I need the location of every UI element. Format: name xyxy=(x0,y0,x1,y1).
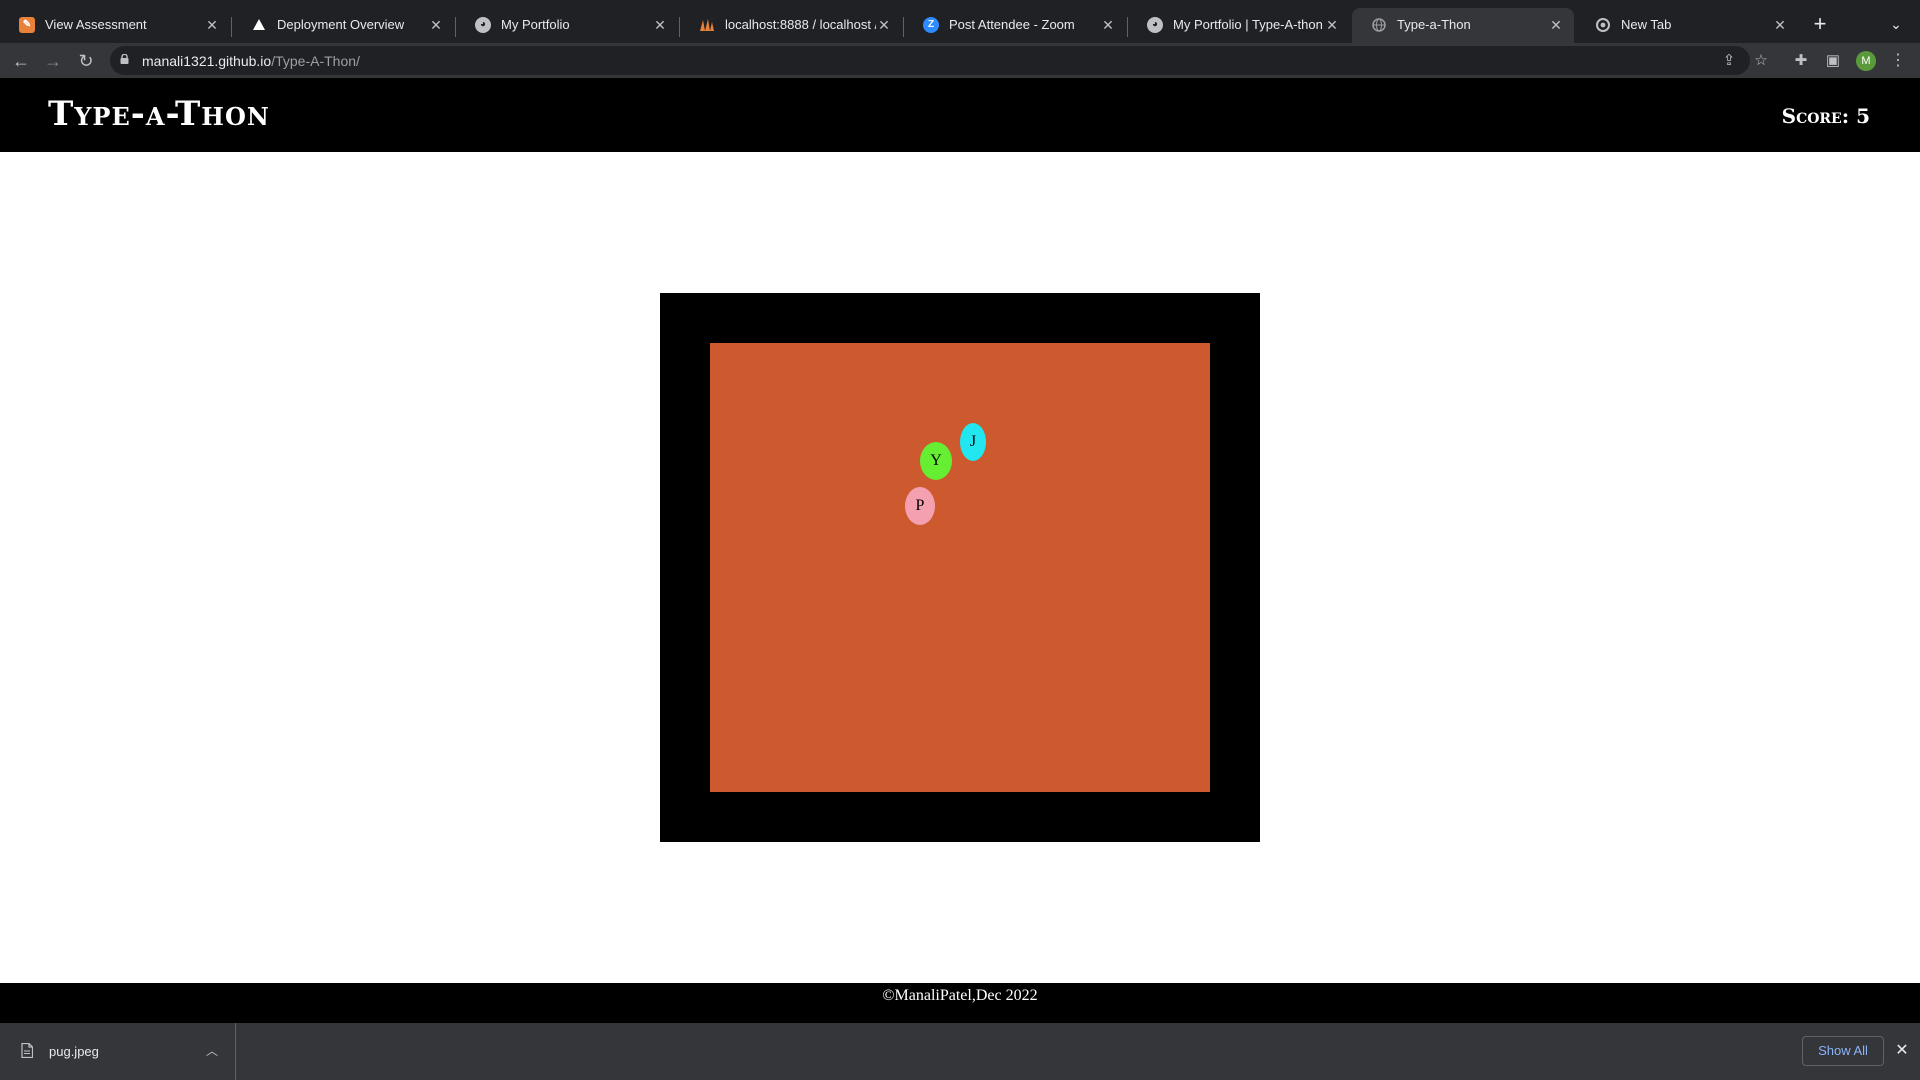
game-frame: J Y P xyxy=(660,293,1260,842)
close-icon[interactable]: ✕ xyxy=(1548,17,1564,33)
browser-tab[interactable]: Deployment Overview ✕ xyxy=(232,8,454,41)
kebab-menu-icon[interactable]: ⋮ xyxy=(1888,51,1908,71)
github-icon: ◕ xyxy=(1147,16,1163,33)
bookmark-star-icon[interactable]: ☆ xyxy=(1751,51,1771,71)
game-area: J Y P xyxy=(710,343,1210,792)
chrome-icon xyxy=(1595,17,1611,33)
close-icon[interactable]: ✕ xyxy=(876,17,892,33)
tab-title: localhost:8888 / localhost / ... xyxy=(725,17,876,32)
bubble-letter: P xyxy=(915,497,925,514)
browser-tab[interactable]: localhost:8888 / localhost / ... ✕ xyxy=(680,8,902,41)
bubble-letter: J xyxy=(969,433,977,450)
globe-icon xyxy=(1371,17,1387,33)
address-bar[interactable]: manali1321.github.io/Type-A-Thon/ xyxy=(110,46,1750,75)
forward-arrow-icon[interactable]: → xyxy=(41,49,65,73)
site-title: Type-a-Thon xyxy=(48,94,270,134)
tab-title: Type-a-Thon xyxy=(1397,17,1471,32)
url-path: /Type-A-Thon/ xyxy=(271,53,360,69)
zoom-icon: Z xyxy=(923,16,939,33)
phpmyadmin-icon xyxy=(699,17,715,33)
download-file-name: pug.jpeg xyxy=(49,1044,99,1059)
browser-tab[interactable]: New Tab ✕ xyxy=(1576,8,1798,41)
browser-tab[interactable]: ✎ View Assessment ✕ xyxy=(0,8,230,41)
letter-bubble[interactable]: J xyxy=(960,423,986,461)
close-icon[interactable]: ✕ xyxy=(1324,17,1340,33)
download-item[interactable]: pug.jpeg ︿ xyxy=(0,1023,236,1080)
score-display: Score: 5 xyxy=(1781,104,1870,128)
browser-toolbar: ← → ↻ manali1321.github.io/Type-A-Thon/ … xyxy=(0,43,1920,78)
tab-title: Post Attendee - Zoom xyxy=(949,17,1075,32)
download-shelf: pug.jpeg ︿ Show All ✕ xyxy=(0,1023,1920,1080)
tab-title: View Assessment xyxy=(45,17,147,32)
tab-title: Deployment Overview xyxy=(277,17,405,32)
profile-avatar[interactable]: M xyxy=(1856,51,1876,71)
close-icon[interactable]: ✕ xyxy=(204,17,220,33)
browser-tab[interactable]: ◕ My Portfolio ✕ xyxy=(456,8,678,41)
side-panel-icon[interactable]: ▣ xyxy=(1823,51,1843,71)
close-icon[interactable]: ✕ xyxy=(1772,17,1788,33)
vercel-triangle-icon xyxy=(251,17,267,33)
tab-title: New Tab xyxy=(1621,17,1672,32)
close-icon[interactable]: ✕ xyxy=(1100,17,1116,33)
reload-icon[interactable]: ↻ xyxy=(74,49,98,73)
extensions-puzzle-icon[interactable]: ✚ xyxy=(1791,51,1811,71)
lock-icon[interactable] xyxy=(120,54,129,64)
close-icon[interactable]: ✕ xyxy=(1892,1041,1912,1061)
browser-tab-strip: ✎ View Assessment ✕ Deployment Overview … xyxy=(0,0,1920,49)
close-icon[interactable]: ✕ xyxy=(652,17,668,33)
site-header: Type-a-Thon Score: 5 xyxy=(0,78,1920,152)
url-host: manali1321.github.io xyxy=(142,53,272,69)
tab-search-chevron-icon[interactable]: ⌄ xyxy=(1884,12,1908,36)
chevron-up-icon[interactable]: ︿ xyxy=(204,1041,220,1061)
tab-title: My Portfolio | Type-A-thon xyxy=(1173,17,1323,32)
browser-tab[interactable]: ◕ My Portfolio | Type-A-thon ✕ xyxy=(1128,8,1350,41)
letter-bubble[interactable]: P xyxy=(905,487,935,525)
new-tab-plus-icon[interactable]: + xyxy=(1808,12,1832,36)
file-icon xyxy=(21,1043,33,1058)
show-all-button[interactable]: Show All xyxy=(1802,1036,1884,1066)
github-icon: ◕ xyxy=(475,16,491,33)
bubble-letter: Y xyxy=(930,452,942,469)
back-arrow-icon[interactable]: ← xyxy=(9,49,33,73)
browser-tab[interactable]: Z Post Attendee - Zoom ✕ xyxy=(904,8,1126,41)
share-icon[interactable]: ⇪ xyxy=(1719,51,1739,71)
site-footer: ©ManaliPatel,Dec 2022 xyxy=(0,983,1920,1023)
copyright-text: ©ManaliPatel,Dec 2022 xyxy=(882,987,1038,1004)
tab-title: My Portfolio xyxy=(501,17,570,32)
close-icon[interactable]: ✕ xyxy=(428,17,444,33)
letter-bubble[interactable]: Y xyxy=(920,442,952,480)
pencil-ruler-icon: ✎ xyxy=(19,16,35,33)
url-text: manali1321.github.io/Type-A-Thon/ xyxy=(142,53,360,69)
